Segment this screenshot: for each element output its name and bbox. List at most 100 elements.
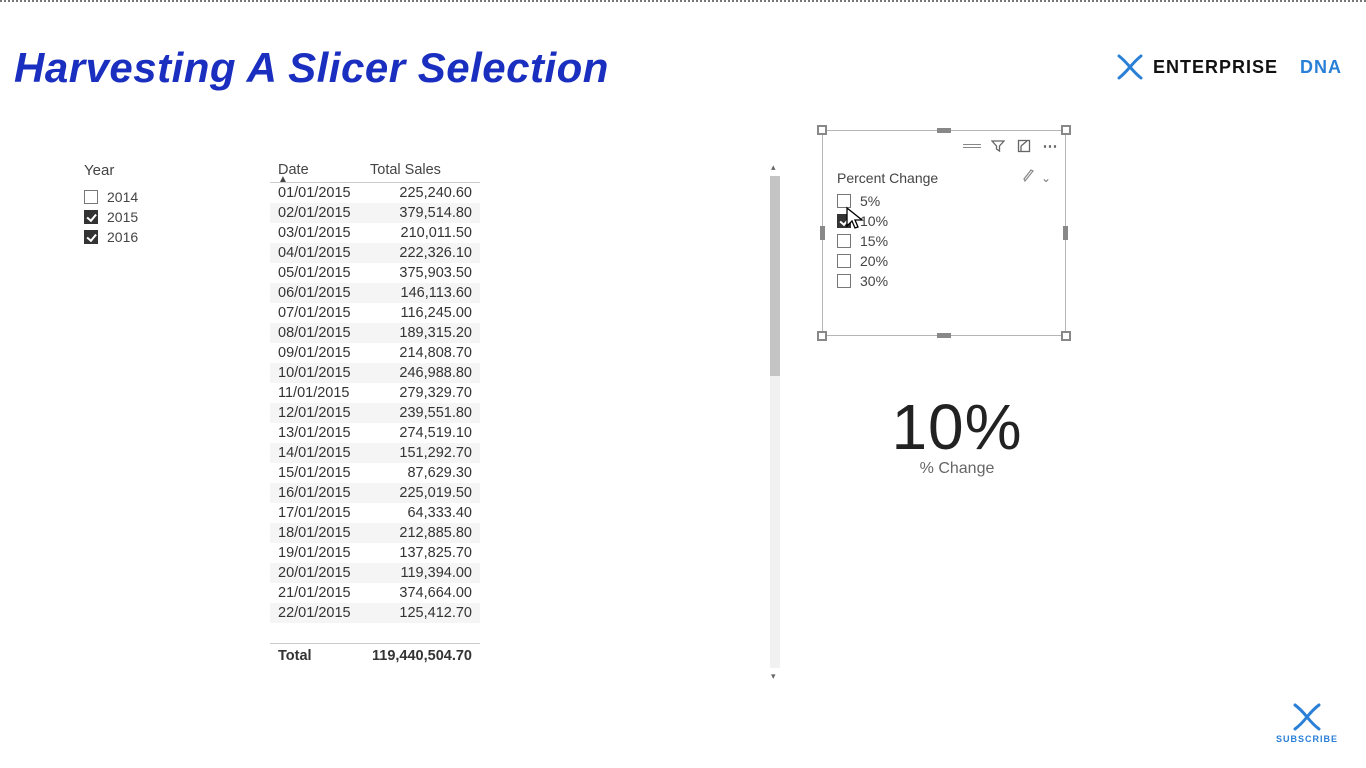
- checkbox-icon[interactable]: [84, 230, 98, 244]
- cell-total: 87,629.30: [362, 463, 480, 483]
- table-row[interactable]: 21/01/2015374,664.00: [270, 583, 480, 603]
- scroll-down-icon[interactable]: ▾: [771, 671, 776, 682]
- chevron-down-icon[interactable]: ⌄: [1041, 171, 1051, 185]
- resize-handle[interactable]: [1063, 226, 1068, 240]
- resize-handle[interactable]: [1061, 125, 1071, 135]
- checkbox-icon[interactable]: [837, 214, 851, 228]
- table-row[interactable]: 11/01/2015279,329.70: [270, 383, 480, 403]
- brand-text-2: DNA: [1300, 57, 1342, 78]
- scroll-up-icon[interactable]: ▴: [771, 162, 776, 173]
- pct-slicer-item[interactable]: 15%: [837, 231, 1051, 251]
- scroll-thumb[interactable]: [770, 176, 780, 376]
- table-row[interactable]: 08/01/2015189,315.20: [270, 323, 480, 343]
- cell-total: 246,988.80: [362, 363, 480, 383]
- resize-handle[interactable]: [937, 128, 951, 133]
- cell-total: 222,326.10: [362, 243, 480, 263]
- col-header-date[interactable]: Date ▲: [270, 160, 362, 183]
- cell-total: 374,664.00: [362, 583, 480, 603]
- year-slicer-header: Year: [84, 162, 224, 179]
- table-row[interactable]: 06/01/2015146,113.60: [270, 283, 480, 303]
- table-row[interactable]: 20/01/2015119,394.00: [270, 563, 480, 583]
- brand-text-1: ENTERPRISE: [1153, 57, 1278, 78]
- drag-handle-icon[interactable]: [963, 137, 981, 155]
- more-options-icon[interactable]: ⋯: [1041, 137, 1059, 155]
- pct-slicer-label: 15%: [860, 233, 888, 249]
- table-row[interactable]: 04/01/2015222,326.10: [270, 243, 480, 263]
- cell-total: 375,903.50: [362, 263, 480, 283]
- cell-total: 125,412.70: [362, 603, 480, 623]
- year-slicer: Year 2014 2015 2016: [84, 162, 224, 247]
- table-row[interactable]: 13/01/2015274,519.10: [270, 423, 480, 443]
- table-row[interactable]: 05/01/2015375,903.50: [270, 263, 480, 283]
- focus-mode-icon[interactable]: [1015, 137, 1033, 155]
- clear-selection-icon[interactable]: [1022, 169, 1035, 187]
- cell-date: 09/01/2015: [270, 343, 362, 363]
- cell-total: 214,808.70: [362, 343, 480, 363]
- checkbox-icon[interactable]: [837, 274, 851, 288]
- decorative-divider: [0, 0, 1366, 3]
- table-row[interactable]: 09/01/2015214,808.70: [270, 343, 480, 363]
- percent-change-card: 10% % Change: [822, 390, 1092, 478]
- cell-total: 379,514.80: [362, 203, 480, 223]
- checkbox-icon[interactable]: [837, 234, 851, 248]
- cell-total: 119,394.00: [362, 563, 480, 583]
- table-row[interactable]: 10/01/2015246,988.80: [270, 363, 480, 383]
- cell-total: 210,011.50: [362, 223, 480, 243]
- table-row[interactable]: 22/01/2015125,412.70: [270, 603, 480, 623]
- resize-handle[interactable]: [817, 125, 827, 135]
- table-row[interactable]: 02/01/2015379,514.80: [270, 203, 480, 223]
- cell-total: 189,315.20: [362, 323, 480, 343]
- cell-date: 08/01/2015: [270, 323, 362, 343]
- cell-date: 16/01/2015: [270, 483, 362, 503]
- year-slicer-label: 2015: [107, 209, 138, 225]
- table-row[interactable]: 17/01/201564,333.40: [270, 503, 480, 523]
- resize-handle[interactable]: [820, 226, 825, 240]
- table-scrollbar[interactable]: ▴ ▾: [770, 176, 780, 668]
- table-total-row: Total 119,440,504.70: [270, 643, 480, 666]
- subscribe-badge[interactable]: SUBSCRIBE: [1276, 702, 1338, 744]
- pct-slicer-item[interactable]: 30%: [837, 271, 1051, 291]
- pct-slicer-item[interactable]: 20%: [837, 251, 1051, 271]
- cell-total: 64,333.40: [362, 503, 480, 523]
- year-slicer-item[interactable]: 2015: [84, 207, 224, 227]
- table-row[interactable]: 03/01/2015210,011.50: [270, 223, 480, 243]
- table-row[interactable]: 01/01/2015225,240.60: [270, 183, 480, 203]
- checkbox-icon[interactable]: [84, 190, 98, 204]
- cell-date: 19/01/2015: [270, 543, 362, 563]
- cell-date: 05/01/2015: [270, 263, 362, 283]
- table-row[interactable]: 16/01/2015225,019.50: [270, 483, 480, 503]
- checkbox-icon[interactable]: [837, 254, 851, 268]
- page-title: Harvesting A Slicer Selection: [14, 44, 609, 92]
- table-row[interactable]: 19/01/2015137,825.70: [270, 543, 480, 563]
- year-slicer-item[interactable]: 2016: [84, 227, 224, 247]
- dna-icon: [1115, 54, 1145, 80]
- total-label: Total: [270, 644, 362, 667]
- card-value: 10%: [822, 390, 1092, 464]
- cell-date: 18/01/2015: [270, 523, 362, 543]
- checkbox-icon[interactable]: [837, 194, 851, 208]
- cell-date: 03/01/2015: [270, 223, 362, 243]
- resize-handle[interactable]: [937, 333, 951, 338]
- percent-change-slicer[interactable]: ⋯ Percent Change ⌄ 5%10%15%20%30%: [822, 130, 1066, 336]
- cell-total: 151,292.70: [362, 443, 480, 463]
- col-header-total[interactable]: Total Sales: [362, 160, 480, 183]
- table-row[interactable]: 15/01/201587,629.30: [270, 463, 480, 483]
- card-label: % Change: [822, 460, 1092, 478]
- checkbox-icon[interactable]: [84, 210, 98, 224]
- cell-date: 12/01/2015: [270, 403, 362, 423]
- pct-slicer-item[interactable]: 10%: [837, 211, 1051, 231]
- table-row[interactable]: 12/01/2015239,551.80: [270, 403, 480, 423]
- sales-table: Date ▲ Total Sales 01/01/2015225,240.600…: [270, 160, 480, 666]
- cell-date: 01/01/2015: [270, 183, 362, 203]
- resize-handle[interactable]: [817, 331, 827, 341]
- year-slicer-item[interactable]: 2014: [84, 187, 224, 207]
- filter-icon[interactable]: [989, 137, 1007, 155]
- pct-slicer-item[interactable]: 5%: [837, 191, 1051, 211]
- cell-date: 22/01/2015: [270, 603, 362, 623]
- cell-date: 07/01/2015: [270, 303, 362, 323]
- resize-handle[interactable]: [1061, 331, 1071, 341]
- table-row[interactable]: 18/01/2015212,885.80: [270, 523, 480, 543]
- table-row[interactable]: 07/01/2015116,245.00: [270, 303, 480, 323]
- cell-date: 02/01/2015: [270, 203, 362, 223]
- table-row[interactable]: 14/01/2015151,292.70: [270, 443, 480, 463]
